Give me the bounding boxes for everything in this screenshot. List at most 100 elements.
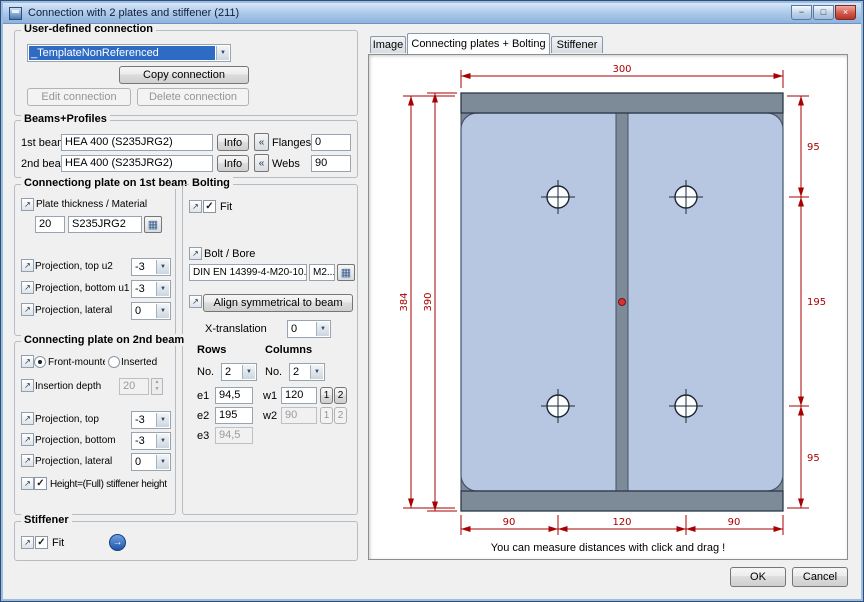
close-button[interactable]: × xyxy=(835,5,856,20)
e2-field[interactable]: 195 xyxy=(215,407,253,424)
proj-top-u2-combobox[interactable]: -3 ▼ xyxy=(131,258,171,276)
chevron-down-icon[interactable]: ▼ xyxy=(156,282,169,296)
cancel-button[interactable]: Cancel xyxy=(792,567,848,587)
minimize-button[interactable]: − xyxy=(791,5,812,20)
proj-lateral-combobox[interactable]: 0 ▼ xyxy=(131,302,171,320)
flanges-chevrons-button[interactable]: « xyxy=(254,133,269,151)
bore-field[interactable]: M2... xyxy=(309,264,335,281)
pick-icon[interactable]: ↗ xyxy=(21,454,34,467)
chevron-down-icon[interactable]: ▼ xyxy=(310,365,323,379)
pick-icon[interactable]: ↗ xyxy=(21,259,34,272)
inserted-radio[interactable] xyxy=(108,356,120,368)
proj2-top-combobox[interactable]: -3 ▼ xyxy=(131,411,171,429)
group-stiffener: Stiffener ↗ ✓ Fit → xyxy=(14,521,358,561)
bolt-field[interactable]: DIN EN 14399-4-M20-10... xyxy=(189,264,307,281)
group-title-plate1: Connectiong plate on 1st beam xyxy=(21,177,190,189)
plate-thickness-field[interactable]: 20 xyxy=(35,216,65,233)
bolt-bore-label: Bolt / Bore xyxy=(204,248,255,260)
chevron-down-icon[interactable]: ▼ xyxy=(156,413,169,427)
columns-no-label: No. xyxy=(265,366,282,378)
stiffener-height-label: Height=(Full) stiffener height xyxy=(50,479,167,490)
proj-bottom-u1-combobox[interactable]: -3 ▼ xyxy=(131,280,171,298)
bolting-fit-checkbox[interactable]: ✓ xyxy=(203,200,216,213)
proj-bottom-u1-label: Projection, bottom u1 xyxy=(35,283,130,294)
chevron-down-icon[interactable]: ▼ xyxy=(156,304,169,318)
pick-icon[interactable]: ↗ xyxy=(21,303,34,316)
dim-e3: 95 xyxy=(807,453,820,464)
pick-icon[interactable]: ↗ xyxy=(189,247,202,260)
group-beams-profiles: Beams+Profiles 1st beam HEA 400 (S235JRG… xyxy=(14,120,358,178)
template-combobox[interactable]: _TemplateNonReferenced ▼ xyxy=(27,44,231,62)
drawing-canvas[interactable]: 300 384 390 95 195 95 90 120 90 You can … xyxy=(368,54,848,560)
w2-col1-button: 1 xyxy=(320,407,333,424)
group-bolting: Bolting ↗ ✓ Fit ↗ Bolt / Bore DIN EN 143… xyxy=(182,184,358,515)
proj2-bottom-combobox[interactable]: -3 ▼ xyxy=(131,432,171,450)
tab-stiffener[interactable]: Stiffener xyxy=(551,36,603,53)
group-title-plate2: Connecting plate on 2nd beam xyxy=(21,334,187,346)
chevron-down-icon[interactable]: ▼ xyxy=(216,46,229,60)
align-symmetrical-button[interactable]: Align symmetrical to beam xyxy=(203,294,353,312)
webs-field[interactable]: 90 xyxy=(311,155,351,172)
copy-connection-button[interactable]: Copy connection xyxy=(119,66,249,84)
pick-icon[interactable]: ↗ xyxy=(21,412,34,425)
group-title-beams: Beams+Profiles xyxy=(21,113,110,125)
chevron-down-icon[interactable]: ▼ xyxy=(156,455,169,469)
proj2-top-label: Projection, top xyxy=(35,414,99,425)
rows-no-combobox[interactable]: 2 ▼ xyxy=(221,363,257,381)
beam2-field[interactable]: HEA 400 (S235JRG2) xyxy=(61,155,213,172)
e3-field: 94,5 xyxy=(215,427,253,444)
pick-icon[interactable]: ↗ xyxy=(21,477,34,490)
beam1-field[interactable]: HEA 400 (S235JRG2) xyxy=(61,134,213,151)
window-title: Connection with 2 plates and stiffener (… xyxy=(28,7,239,19)
pick-icon[interactable]: ↗ xyxy=(21,433,34,446)
group-plate-1st-beam: Connectiong plate on 1st beam ↗ Plate th… xyxy=(14,184,176,336)
group-title-stiffener: Stiffener xyxy=(21,514,72,526)
webs-label: Webs xyxy=(272,158,300,170)
proj2-top-value: -3 xyxy=(133,413,155,427)
beam1-info-button[interactable]: Info xyxy=(217,134,249,151)
tab-image[interactable]: Image xyxy=(370,36,406,53)
chevron-down-icon[interactable]: ▼ xyxy=(316,322,329,336)
dim-e1: 95 xyxy=(807,142,820,153)
maximize-button[interactable]: □ xyxy=(813,5,834,20)
material-table-icon[interactable]: ▦ xyxy=(144,216,162,233)
pick-icon[interactable]: ↗ xyxy=(21,379,34,392)
dim-plate-height: 384 xyxy=(399,292,410,311)
stiffener-goto-button[interactable]: → xyxy=(109,534,126,551)
titlebar[interactable]: Connection with 2 plates and stiffener (… xyxy=(3,3,861,24)
proj2-bottom-label: Projection, bottom xyxy=(35,435,116,446)
stiffener-fit-checkbox[interactable]: ✓ xyxy=(35,536,48,549)
e1-field[interactable]: 94,5 xyxy=(215,387,253,404)
pick-icon[interactable]: ↗ xyxy=(189,295,202,308)
pick-icon[interactable]: ↗ xyxy=(21,281,34,294)
w1-col1-button[interactable]: 1 xyxy=(320,387,333,404)
pick-icon[interactable]: ↗ xyxy=(21,536,34,549)
x-translation-combobox[interactable]: 0 ▼ xyxy=(287,320,331,338)
pick-icon[interactable]: ↗ xyxy=(21,198,34,211)
tab-connecting-plates-bolting[interactable]: Connecting plates + Bolting xyxy=(407,33,550,54)
dim-e2: 195 xyxy=(807,297,826,308)
beam2-info-button[interactable]: Info xyxy=(217,155,249,172)
ok-button[interactable]: OK xyxy=(730,567,786,587)
front-mounted-radio[interactable] xyxy=(34,356,46,368)
w1-field[interactable]: 120 xyxy=(281,387,317,404)
front-mounted-label: Front-mounted xyxy=(48,357,105,368)
bolt-table-icon[interactable]: ▦ xyxy=(337,264,355,281)
plate-thickness-label: Plate thickness / Material xyxy=(36,199,147,210)
pick-icon[interactable]: ↗ xyxy=(189,200,202,213)
plate-material-field[interactable]: S235JRG2 xyxy=(68,216,142,233)
bolting-fit-label: Fit xyxy=(220,201,232,213)
stiffener-height-checkbox[interactable]: ✓ xyxy=(34,477,47,490)
chevron-down-icon[interactable]: ▼ xyxy=(242,365,255,379)
webs-chevrons-button[interactable]: « xyxy=(254,154,269,172)
beam-top-flange xyxy=(461,93,783,113)
columns-no-combobox[interactable]: 2 ▼ xyxy=(289,363,325,381)
proj2-lateral-combobox[interactable]: 0 ▼ xyxy=(131,453,171,471)
insertion-depth-stepper: ▲ ▼ xyxy=(151,378,163,395)
measure-hint: You can measure distances with click and… xyxy=(369,542,847,554)
chevron-down-icon[interactable]: ▼ xyxy=(156,434,169,448)
chevron-down-icon[interactable]: ▼ xyxy=(156,260,169,274)
flanges-field[interactable]: 0 xyxy=(311,134,351,151)
pick-icon[interactable]: ↗ xyxy=(21,355,34,368)
w1-col2-button[interactable]: 2 xyxy=(334,387,347,404)
